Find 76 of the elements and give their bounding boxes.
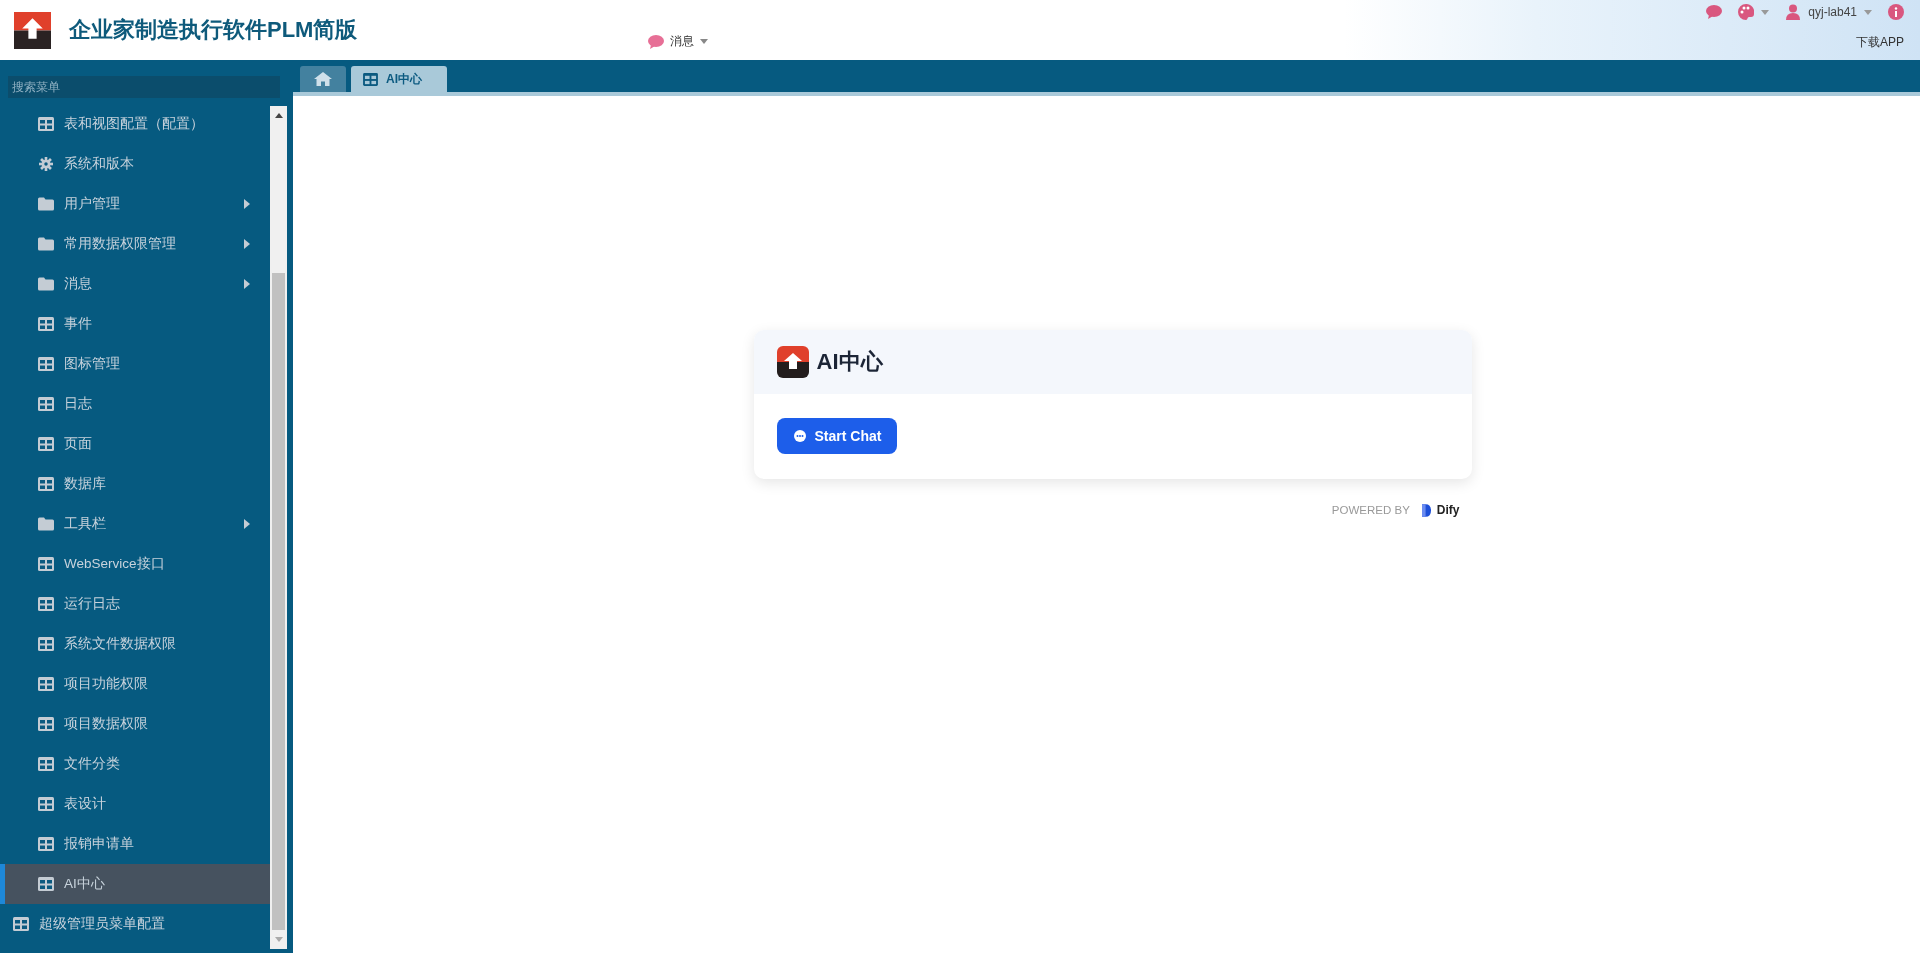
menu-item[interactable]: 页面 [0, 424, 270, 464]
scroll-up-icon[interactable] [274, 113, 283, 118]
info-icon[interactable] [1888, 4, 1904, 20]
menu-item[interactable]: 项目功能权限 [0, 664, 270, 704]
menu-item[interactable]: WebService接口 [0, 544, 270, 584]
home-icon [314, 72, 332, 86]
start-chat-button[interactable]: Start Chat [776, 418, 898, 454]
menu-item[interactable]: 报销申请单 [0, 824, 270, 864]
folder-icon [38, 517, 54, 531]
messages-menu[interactable]: 消息 [648, 33, 708, 50]
expand-arrow-icon [244, 519, 250, 529]
user-menu[interactable]: qyj-lab41 [1785, 4, 1872, 20]
tab[interactable]: AI中心 [351, 66, 447, 92]
theme-menu[interactable] [1738, 4, 1770, 20]
menu-item[interactable]: 工具栏 [0, 504, 270, 544]
home-tab[interactable] [300, 66, 346, 92]
brand-mark-icon [1421, 503, 1431, 517]
menu-item[interactable]: 表和视图配置（配置） [0, 104, 270, 144]
table-icon [38, 317, 54, 331]
powered-by-label: POWERED BY [1331, 504, 1410, 516]
expand-arrow-icon [244, 199, 250, 209]
table-icon [38, 877, 54, 891]
table-icon [38, 397, 54, 411]
folder-icon [38, 277, 54, 291]
palette-icon [1738, 4, 1755, 20]
table-icon [38, 637, 54, 651]
chat-bubble-icon [792, 429, 807, 443]
caret-icon [1761, 9, 1770, 15]
settings-icon [38, 157, 54, 171]
menu-item[interactable]: 系统文件数据权限 [0, 624, 270, 664]
menu-item[interactable]: 运行日志 [0, 584, 270, 624]
table-icon [38, 757, 54, 771]
caret-icon [700, 39, 708, 44]
table-icon [363, 72, 378, 86]
table-icon [38, 597, 54, 611]
table-icon [38, 477, 54, 491]
menu-item[interactable]: 表设计 [0, 784, 270, 824]
menu-item[interactable]: AI中心 [0, 864, 270, 904]
table-icon [38, 437, 54, 451]
menu-item[interactable]: 系统和版本 [0, 144, 270, 184]
download-app-link[interactable]: 下载APP [1856, 34, 1904, 51]
table-icon [13, 917, 29, 931]
menu-item[interactable]: 数据库 [0, 464, 270, 504]
table-icon [38, 797, 54, 811]
menu-item[interactable]: 文件分类 [0, 744, 270, 784]
menu-item[interactable]: 事件 [0, 304, 270, 344]
table-icon [38, 717, 54, 731]
menu-item[interactable]: 日志 [0, 384, 270, 424]
chat-bubble-icon[interactable] [1706, 4, 1723, 20]
menu-item[interactable]: 项目数据权限 [0, 704, 270, 744]
search-field[interactable]: 搜索菜单 [8, 76, 280, 98]
table-icon [38, 837, 54, 851]
menu-item[interactable]: 消息 [0, 264, 270, 304]
scroll-thumb[interactable] [272, 273, 285, 930]
menu-item[interactable]: 超级管理员菜单配置 [0, 904, 270, 944]
app-title: 企业家制造执行软件PLM简版 [69, 16, 358, 44]
table-icon [38, 357, 54, 371]
menu-item[interactable]: 用户管理 [0, 184, 270, 224]
expand-arrow-icon [244, 239, 250, 249]
card-title: AI中心 [816, 348, 883, 376]
user-icon [1785, 4, 1802, 20]
table-icon [38, 117, 54, 131]
brand-name: Dify [1436, 503, 1460, 517]
table-icon [38, 557, 54, 571]
logo-icon [776, 346, 809, 378]
menu-item[interactable]: 常用数据权限管理 [0, 224, 270, 264]
menu-item[interactable]: 图标管理 [0, 344, 270, 384]
scrollbar[interactable] [270, 106, 287, 949]
chat-bubble-icon [648, 34, 664, 49]
caret-icon [1864, 9, 1872, 15]
folder-icon [38, 237, 54, 251]
folder-icon [38, 197, 54, 211]
table-icon [38, 677, 54, 691]
scroll-down-icon[interactable] [274, 937, 283, 942]
logo-icon [14, 11, 51, 49]
expand-arrow-icon [244, 279, 250, 289]
